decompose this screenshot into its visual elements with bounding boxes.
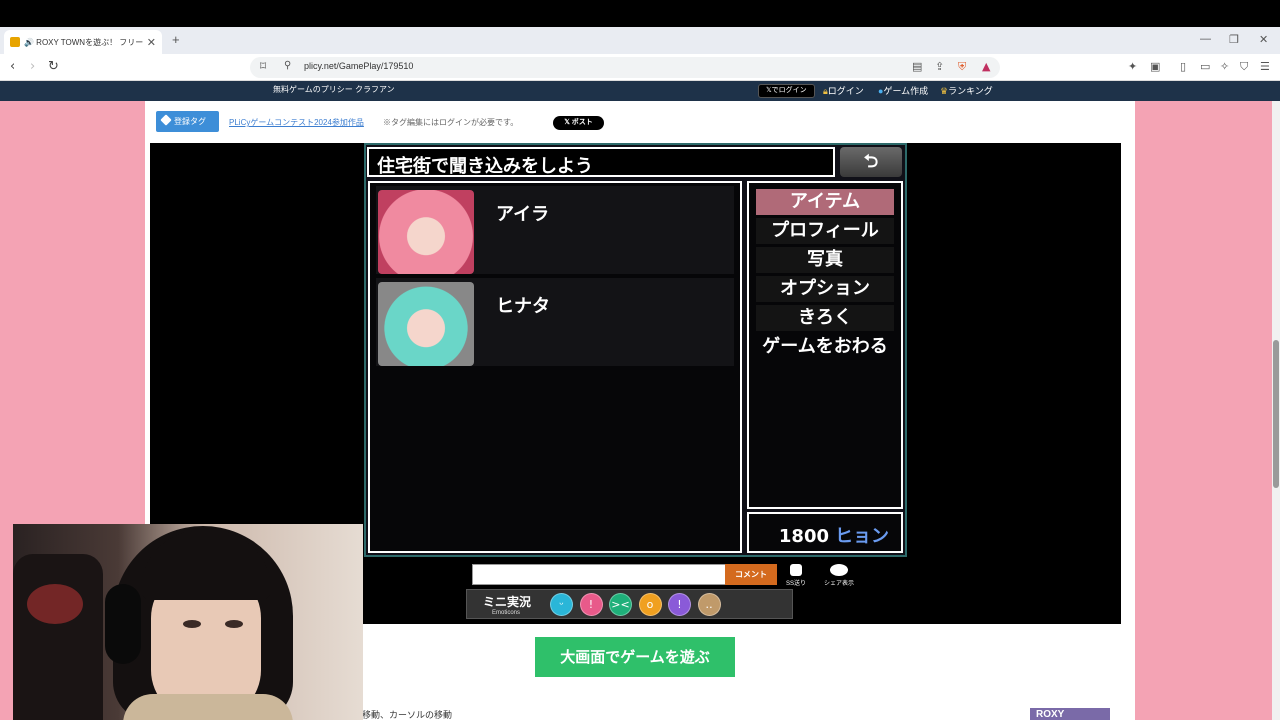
- member-name: ヒナタ: [496, 296, 550, 317]
- menu-item-items[interactable]: アイテム: [756, 189, 894, 215]
- close-window-icon[interactable]: ✕: [1259, 33, 1268, 46]
- reader-icon[interactable]: ▤: [912, 60, 922, 73]
- menu-item-save[interactable]: きろく: [756, 305, 894, 331]
- sad-emoticon[interactable]: !: [668, 593, 691, 616]
- money-panel: 1800 ヒョン: [747, 512, 903, 553]
- shield-icon[interactable]: ⛨: [958, 60, 966, 74]
- money-amount: 1800: [778, 526, 829, 547]
- party-member-hinata[interactable]: ヒナタ: [376, 278, 734, 366]
- login-link[interactable]: 🔒︎ログイン: [823, 84, 864, 97]
- money-unit: ヒョン: [835, 526, 889, 547]
- menu-item-photos[interactable]: 写真: [756, 247, 894, 273]
- contest-tag-link[interactable]: PLiCyゲームコンテスト2024参加作品: [229, 117, 364, 128]
- tag-note: ※タグ編集にはログインが必要です。: [383, 118, 519, 127]
- close-tab-icon[interactable]: ✕: [147, 36, 156, 49]
- ai-icon[interactable]: ✧: [1220, 60, 1229, 73]
- browser-tab[interactable]: 🔊 ROXY TOWNを遊ぶ！ フリーゲ ✕: [4, 30, 162, 54]
- triangle-icon[interactable]: ▲: [982, 60, 990, 73]
- camera-icon: [790, 564, 802, 576]
- comment-button[interactable]: コメント: [725, 564, 777, 585]
- webcam-overlay: [13, 524, 363, 720]
- site-brand[interactable]: 無料ゲームのプリシー クラフアン: [273, 84, 395, 95]
- ranking-link[interactable]: ♛ランキング: [940, 84, 993, 97]
- aira-portrait: [378, 190, 474, 274]
- sidebar-icon[interactable]: ▯: [1180, 60, 1186, 73]
- folder-icon: [10, 37, 20, 47]
- vpn-icon[interactable]: ⛉: [1240, 60, 1248, 74]
- forward-icon[interactable]: ›: [30, 59, 35, 74]
- site-info-icon[interactable]: ⚲: [284, 60, 291, 71]
- screenshot-button[interactable]: SS送り: [786, 564, 806, 587]
- wallet-icon[interactable]: ▭: [1200, 60, 1210, 73]
- create-game-link[interactable]: ●ゲーム作成: [878, 84, 928, 97]
- share-display-button[interactable]: シェア表示: [824, 564, 854, 587]
- share-icon[interactable]: ⇪: [935, 60, 944, 73]
- emoticon-bar-title: ミニ実況: [483, 595, 532, 609]
- tag-icon: [160, 114, 172, 126]
- tag-badge: 登録タグ: [156, 111, 219, 132]
- neutral-emoticon[interactable]: ‥: [697, 593, 721, 616]
- menu-item-quit[interactable]: ゲームをおわる: [756, 334, 894, 360]
- left-eye: [183, 620, 201, 628]
- game-title-box: 住宅街で聞き込みをしよう: [367, 147, 835, 177]
- controls-hint: 移動、カーソルの移動: [362, 710, 453, 720]
- scrollbar-thumb[interactable]: [1273, 340, 1279, 488]
- reload-icon[interactable]: ↻: [48, 59, 59, 74]
- extensions-icon[interactable]: ✦: [1128, 60, 1137, 73]
- top-bar: [0, 0, 1280, 27]
- party-member-aira[interactable]: アイラ: [376, 186, 734, 274]
- back-icon[interactable]: ‹: [10, 59, 15, 74]
- right-eye: [225, 620, 243, 628]
- new-tab-icon[interactable]: +: [172, 32, 180, 47]
- chair-logo: [27, 584, 83, 624]
- site-nav: 無料ゲームのプリシー クラフアン 𝕏でログイン 🔒︎ログイン ●ゲーム作成 ♛ラ…: [0, 81, 1280, 101]
- menu-item-profile[interactable]: プロフィール: [756, 218, 894, 244]
- tab-icon[interactable]: ▣: [1150, 60, 1160, 73]
- member-name: アイラ: [496, 204, 550, 225]
- x-login-button[interactable]: 𝕏でログイン: [758, 84, 815, 98]
- headset: [105, 584, 141, 664]
- streamer-shirt: [123, 694, 293, 720]
- surprise-emoticon[interactable]: o: [638, 593, 662, 616]
- maximize-icon[interactable]: ❐: [1229, 33, 1239, 46]
- comment-input[interactable]: [472, 564, 726, 585]
- url-text[interactable]: plicy.net/GamePlay/179510: [304, 61, 413, 71]
- login-label: ログイン: [827, 86, 864, 96]
- happy-emoticon[interactable]: ᵕ: [550, 593, 573, 616]
- fullscreen-play-button[interactable]: 大画面でゲームを遊ぶ: [535, 637, 735, 677]
- emoticon-bar-subtitle: Emoticons: [492, 610, 521, 616]
- laugh-emoticon[interactable]: ><: [609, 593, 632, 616]
- tab-title: 🔊 ROXY TOWNを遊ぶ！ フリーゲ: [24, 37, 143, 47]
- tab-strip: 🔊 ROXY TOWNを遊ぶ！ フリーゲ ✕: [0, 27, 1280, 54]
- share-display-label: シェア表示: [824, 581, 855, 587]
- screenshot-label: SS送り: [786, 581, 807, 587]
- trophy-icon: ♛: [940, 86, 949, 96]
- ranking-label: ランキング: [948, 86, 993, 96]
- menu-item-options[interactable]: オプション: [756, 276, 894, 302]
- url-box[interactable]: ⌑ ⚲ plicy.net/GamePlay/179510: [250, 57, 1000, 78]
- create-label: ゲーム作成: [883, 86, 929, 96]
- tag-badge-label: 登録タグ: [174, 117, 206, 126]
- address-bar: ‹ › ↻ ⌑ ⚲ plicy.net/GamePlay/179510 ▤ ⇪ …: [0, 54, 1280, 81]
- bookmark-icon[interactable]: ⌑: [260, 59, 266, 73]
- gaming-chair: [13, 554, 103, 720]
- chat-icon: [830, 564, 848, 576]
- back-button[interactable]: ⮌: [840, 147, 902, 177]
- x-post-button[interactable]: 𝕏 ポスト: [553, 116, 604, 130]
- menu-icon[interactable]: ☰: [1260, 60, 1270, 73]
- hinata-portrait: [378, 282, 474, 366]
- love-emoticon[interactable]: !: [579, 593, 603, 616]
- minimize-icon[interactable]: —: [1200, 33, 1211, 45]
- roxy-banner[interactable]: ROXY: [1030, 708, 1110, 720]
